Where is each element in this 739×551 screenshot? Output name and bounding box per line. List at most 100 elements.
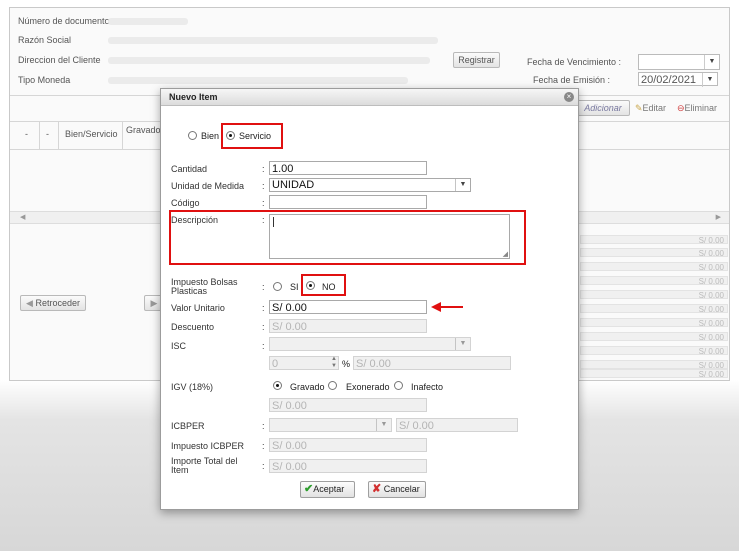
total-cell: S/ 0.00 [580, 276, 728, 286]
annotation-arrow-icon [431, 302, 463, 312]
table-col-divider [39, 121, 40, 149]
resize-handle-icon[interactable]: ◢ [503, 251, 508, 258]
igv-label: IGV (18%) [171, 382, 214, 392]
unidad-medida-label: Unidad de Medida [171, 181, 245, 191]
cancelar-label: Cancelar [383, 484, 420, 494]
chevron-down-icon: ▼ [455, 179, 470, 191]
chevron-down-icon: ▼ [376, 419, 391, 431]
aceptar-button[interactable]: ✔Aceptar [300, 481, 355, 498]
chevron-down-icon: ▼ [704, 55, 719, 69]
igv-amount-input[interactable]: S/ 0.00 [269, 398, 427, 412]
chevron-down-icon: ▼ [455, 338, 470, 350]
total-cell: S/ 0.00 [580, 304, 728, 314]
descripcion-textarea[interactable]: ◢ [269, 214, 510, 259]
direccion-label: Direccion del Cliente [18, 55, 101, 65]
adicionar-button[interactable]: Adicionar [576, 100, 630, 116]
direccion-value [108, 57, 430, 64]
dialog-title: Nuevo Item [161, 89, 578, 106]
percent-sign: % [342, 359, 351, 369]
scroll-right-icon[interactable]: ▶ [716, 213, 721, 221]
icbper-select[interactable]: ▼ [269, 418, 392, 432]
delete-icon: ⊖ [677, 103, 685, 113]
total-cell: S/ 0.00 [580, 332, 728, 342]
arrow-right-icon: ▶ [150, 298, 158, 308]
colon: : [262, 441, 265, 451]
descripcion-label: Descripción [171, 215, 219, 225]
text-cursor [273, 217, 274, 227]
colon: : [262, 198, 265, 208]
fecha-emision-label: Fecha de Emisión : [533, 75, 611, 85]
editar-label: Editar [642, 103, 667, 113]
isc-amount-input[interactable]: S/ 0.00 [353, 356, 511, 370]
scroll-left-icon[interactable]: ◀ [20, 213, 25, 221]
total-cell: S/ 0.00 [580, 290, 728, 300]
numero-documento-label: Número de documento [18, 16, 110, 26]
radio-igv-exonerado[interactable] [328, 381, 337, 390]
radio-igv-gravado[interactable] [273, 381, 282, 390]
registrar-button[interactable]: Registrar [453, 52, 500, 68]
table-header-bien-servicio: Bien/Servicio [65, 129, 118, 139]
radio-bien-label: Bien [201, 131, 220, 141]
table-header-2: - [46, 129, 49, 139]
chevron-down-icon: ▼ [702, 73, 717, 87]
close-icon[interactable]: × [564, 92, 574, 102]
descuento-label: Descuento [171, 322, 215, 332]
colon: : [262, 215, 265, 225]
table-header-1: - [25, 129, 28, 139]
cancelar-button[interactable]: ✘ Cancelar [368, 481, 426, 498]
impuesto-icbper-input[interactable]: S/ 0.00 [269, 438, 427, 452]
radio-bolsas-si[interactable] [273, 282, 282, 291]
eliminar-button[interactable]: ⊖Eliminar [677, 103, 717, 114]
radio-servicio[interactable] [226, 131, 235, 140]
fecha-emision-select[interactable]: 20/02/2021 ▼ [638, 72, 718, 87]
retroceder-label: Retroceder [35, 298, 80, 308]
unidad-medida-value: UNIDAD [272, 179, 315, 191]
colon: : [262, 282, 265, 292]
isc-percent-input[interactable]: 0 ▲ ▼ [269, 356, 339, 370]
stepper-icon[interactable]: ▲ ▼ [331, 356, 337, 370]
impuesto-bolsas-label: Impuesto Bolsas Plasticas [171, 277, 238, 296]
colon: : [262, 164, 265, 174]
razon-social-label: Razón Social [18, 35, 72, 45]
icbper-amount-input[interactable]: S/ 0.00 [396, 418, 518, 432]
total-cell: S/ 0.00 [580, 346, 728, 356]
radio-servicio-label: Servicio [239, 131, 272, 141]
checkmark-icon: ✔ [304, 483, 314, 495]
radio-bolsas-no-label: NO [322, 282, 336, 292]
total-cell: S/ 0.00 [580, 369, 728, 379]
retroceder-button[interactable]: ◀ Retroceder [20, 295, 86, 311]
total-cell: S/ 0.00 [580, 360, 728, 370]
colon: : [262, 181, 265, 191]
editar-button[interactable]: ✎Editar [635, 103, 666, 114]
unidad-medida-select[interactable]: UNIDAD ▼ [269, 178, 471, 192]
numero-documento-value [108, 18, 188, 25]
radio-bien[interactable] [188, 131, 197, 140]
total-cell: S/ 0.00 [580, 248, 728, 258]
fecha-vencimiento-select[interactable]: ▼ [638, 54, 720, 70]
radio-igv-inafecto-label: Inafecto [411, 382, 444, 392]
radio-igv-inafecto[interactable] [394, 381, 403, 390]
cantidad-label: Cantidad [171, 164, 208, 174]
radio-igv-exonerado-label: Exonerado [346, 382, 390, 392]
total-cell: S/ 0.00 [580, 235, 728, 245]
colon: : [262, 461, 265, 471]
codigo-input[interactable] [269, 195, 427, 209]
table-header-gravado: Gravado [126, 125, 161, 135]
descuento-input[interactable]: S/ 0.00 [269, 319, 427, 333]
colon: : [262, 341, 265, 351]
x-icon: ✘ [372, 483, 382, 495]
importe-total-input[interactable]: S/ 0.00 [269, 459, 427, 473]
radio-bolsas-si-label: SI [290, 282, 299, 292]
isc-select[interactable]: ▼ [269, 337, 471, 351]
isc-percent-value: 0 [272, 358, 279, 370]
colon: : [262, 303, 265, 313]
fecha-emision-value: 20/02/2021 [641, 74, 697, 86]
icbper-label: ICBPER [171, 421, 205, 431]
nuevo-item-dialog: Nuevo Item × Bien Servicio Cantidad : 1.… [160, 88, 579, 510]
valor-unitario-input[interactable]: S/ 0.00 [269, 300, 427, 314]
eliminar-label: Eliminar [684, 103, 718, 113]
arrow-left-icon: ◀ [26, 298, 33, 308]
total-cell: S/ 0.00 [580, 318, 728, 328]
cantidad-input[interactable]: 1.00 [269, 161, 427, 175]
radio-bolsas-no[interactable] [306, 281, 315, 290]
